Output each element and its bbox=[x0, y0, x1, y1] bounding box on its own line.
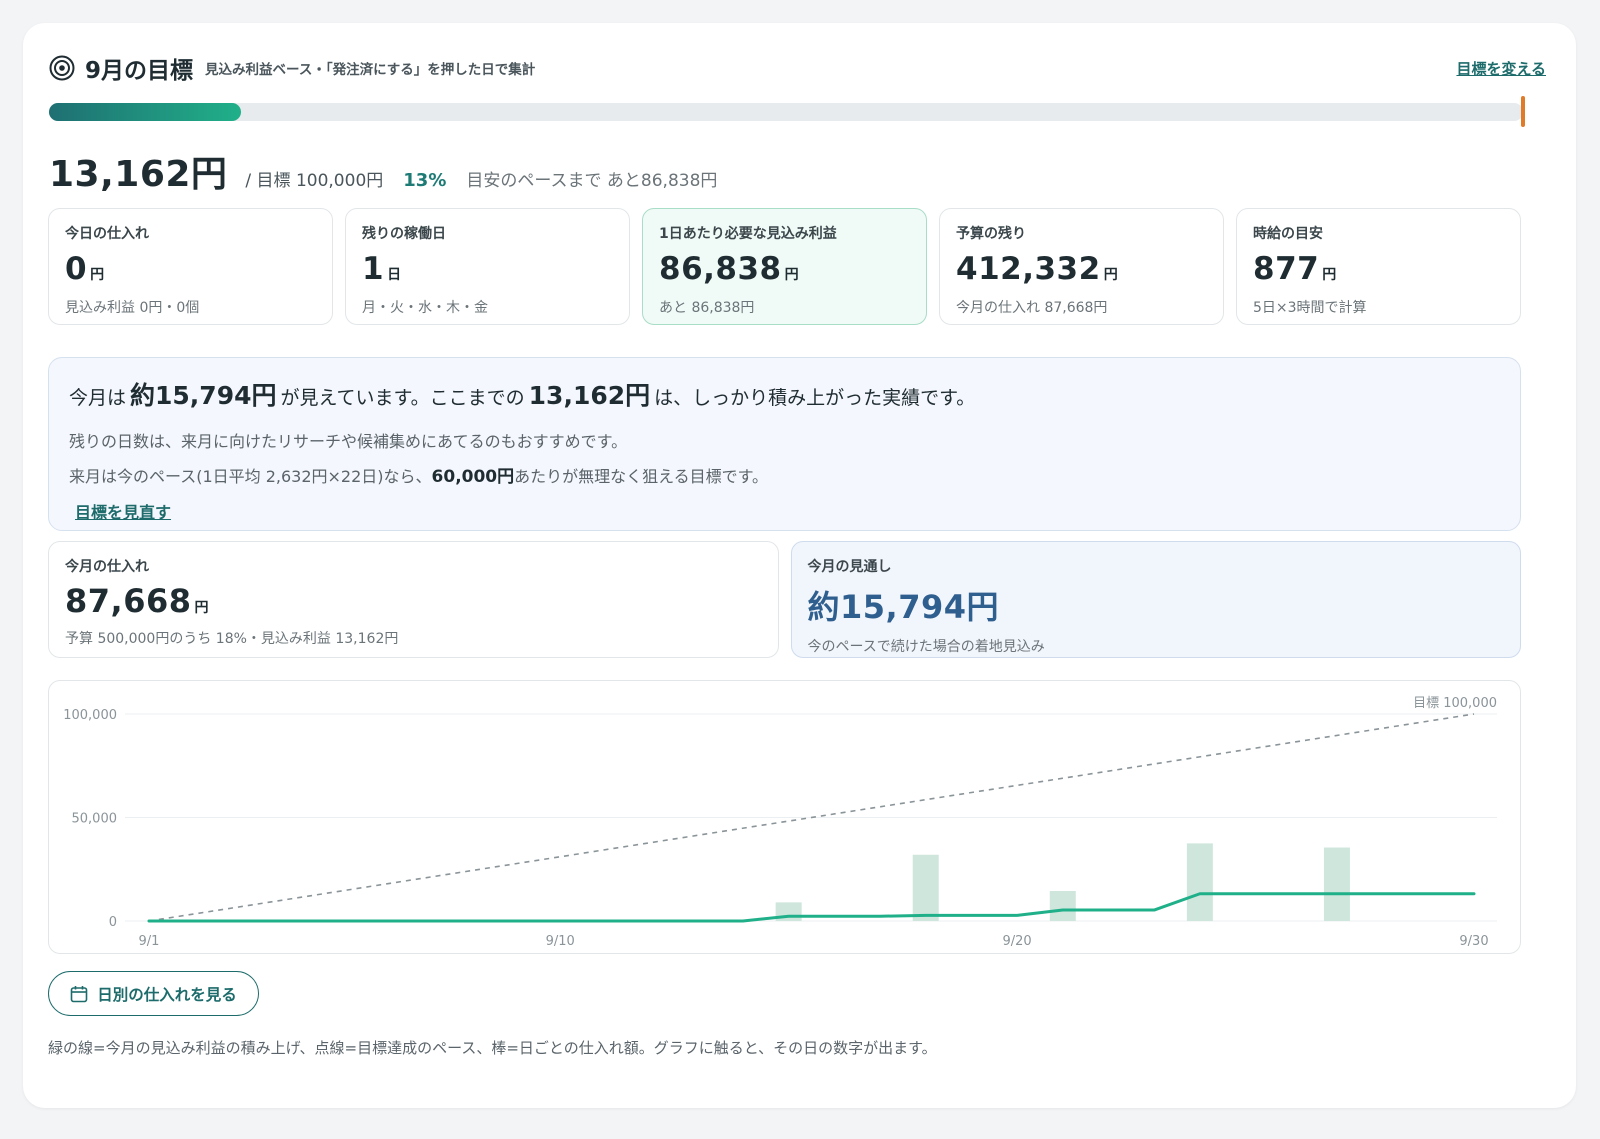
stat-value: 412,332 bbox=[956, 251, 1101, 287]
current-total: 13,162円 bbox=[49, 154, 228, 195]
insight-advice: 残りの日数は、来月に向けたリサーチや候補集めにあてるのもおすすめです。 bbox=[69, 432, 628, 451]
daily-purchase-bar bbox=[1049, 890, 1076, 921]
x-tick-label: 9/30 bbox=[1459, 934, 1488, 949]
stat-remaining-days: 残りの稼働日 1日 月・火・水・木・金 bbox=[345, 208, 630, 325]
pace-remaining: 目安のペースまで あと86,838円 bbox=[466, 171, 718, 191]
stat-budget-remaining: 予算の残り 412,332 円 今月の仕入れ 87,668円 bbox=[939, 208, 1224, 325]
monthly-forecast-card: 今月の見通し 約15,794円 今のペースで続けた場合の着地見込み bbox=[790, 541, 1521, 658]
stat-unit: 円 bbox=[784, 267, 799, 283]
daily-purchase-bar bbox=[1186, 843, 1213, 921]
stat-daily-required: 1日あたり必要な見込み利益 86,838 円 あと 86,838円 bbox=[642, 208, 927, 325]
stat-today-purchase: 今日の仕入れ 0円 見込み利益 0円・0個 bbox=[48, 208, 333, 325]
pace-marker bbox=[1521, 96, 1525, 127]
y-tick-label: 0 bbox=[109, 915, 117, 930]
stat-label: 時給の目安 bbox=[1253, 226, 1323, 242]
monthly-purchase-card: 今月の仕入れ 87,668 円 予算 500,000円のうち 18%・見込み利益 … bbox=[48, 541, 779, 658]
goal-line-label: 目標 100,000 bbox=[1413, 696, 1497, 711]
stat-sub: 今月の仕入れ 87,668円 bbox=[956, 300, 1108, 316]
stat-unit: 円 bbox=[90, 267, 105, 283]
target-icon bbox=[49, 55, 75, 81]
actual-amount-inline: 13,162円 bbox=[528, 381, 651, 410]
y-tick-label: 100,000 bbox=[63, 708, 117, 723]
stat-value: 86,838 bbox=[659, 251, 782, 287]
profit-chart[interactable]: 100,000 50,000 0 9/1 9/10 9/20 9/30 目標 100,000 bbox=[48, 680, 1521, 954]
insight-headline: 今月は 約15,794円 が見えています。ここまでの 13,162円 は、しっか… bbox=[69, 376, 1500, 412]
cumulative-profit-line bbox=[147, 892, 1476, 923]
chart-legend-note: 緑の線=今月の見込み利益の積み上げ、点線=目標達成のペース、棒=日ごとの仕入れ額… bbox=[48, 1039, 937, 1057]
stat-value: 0 bbox=[65, 251, 88, 287]
stat-hourly-wage: 時給の目安 877 円 5日×3時間で計算 bbox=[1236, 208, 1521, 325]
review-goal-link[interactable]: 目標を見直す bbox=[75, 499, 171, 523]
daily-purchase-bar bbox=[1323, 847, 1350, 921]
purchase-sub: 予算 500,000円のうち 18%・見込み利益 13,162円 bbox=[65, 631, 399, 647]
goal-header: 9月の目標 見込み利益ベース・「発注済にする」を押した日で集計 目標を変える bbox=[49, 53, 1546, 84]
monthly-cards: 今月の仕入れ 87,668 円 予算 500,000円のうち 18%・見込み利益 … bbox=[48, 541, 1521, 658]
next-month-target: 60,000円 bbox=[431, 467, 515, 487]
insight-message: 今月は 約15,794円 が見えています。ここまでの 13,162円 は、しっか… bbox=[48, 357, 1521, 531]
insight-text: あたりが無理なく狙える目標です。 bbox=[514, 467, 769, 486]
stat-label: 1日あたり必要な見込み利益 bbox=[659, 226, 837, 242]
profit-chart-svg[interactable]: 100,000 50,000 0 9/1 9/10 9/20 9/30 目標 100,000 bbox=[49, 681, 1522, 955]
goal-subtitle: 見込み利益ベース・「発注済にする」を押した日で集計 bbox=[205, 62, 536, 78]
insight-text: 今月は bbox=[69, 387, 127, 409]
goal-progress-bar bbox=[49, 103, 1523, 121]
x-tick-label: 9/10 bbox=[546, 934, 575, 949]
stat-unit: 円 bbox=[1322, 267, 1337, 283]
change-goal-link[interactable]: 目標を変える bbox=[1456, 58, 1546, 79]
purchase-unit: 円 bbox=[194, 600, 209, 616]
daily-purchase-bar bbox=[912, 854, 939, 921]
purchase-label: 今月の仕入れ bbox=[65, 559, 149, 575]
insight-text: が見えています。ここまでの bbox=[280, 387, 525, 409]
x-tick-label: 9/20 bbox=[1003, 934, 1032, 949]
forecast-label: 今月の見通し bbox=[807, 559, 892, 575]
forecast-amount-inline: 約15,794円 bbox=[130, 381, 277, 410]
daily-purchase-button[interactable]: 日別の仕入れを見る bbox=[48, 971, 259, 1016]
goal-amount: / 目標 100,000円 bbox=[245, 171, 384, 191]
stat-value: 877 bbox=[1253, 251, 1320, 287]
stat-sub: あと 86,838円 bbox=[659, 300, 755, 316]
stat-label: 予算の残り bbox=[956, 226, 1026, 242]
goal-summary: 13,162円 / 目標 100,000円 13% 目安のペースまで あと86,… bbox=[49, 145, 717, 197]
stat-sub: 5日×3時間で計算 bbox=[1253, 300, 1367, 316]
insight-next-month: 来月は今のペース(1日平均 2,632円×22日)なら、60,000円あたりが無… bbox=[69, 462, 1500, 487]
goal-percent: 13% bbox=[403, 170, 447, 191]
goal-progress-fill bbox=[49, 103, 241, 121]
purchase-value: 87,668 bbox=[65, 582, 192, 620]
stat-sub: 見込み利益 0円・0個 bbox=[65, 300, 200, 316]
calendar-icon bbox=[70, 985, 88, 1002]
stat-unit: 円 bbox=[1103, 267, 1118, 283]
goal-title: 9月の目標 bbox=[85, 58, 194, 84]
x-tick-label: 9/1 bbox=[139, 934, 160, 949]
forecast-value: 約15,794円 bbox=[807, 588, 999, 626]
stats-row: 今日の仕入れ 0円 見込み利益 0円・0個 残りの稼働日 1日 月・火・水・木・… bbox=[48, 208, 1521, 325]
goal-card: 9月の目標 見込み利益ベース・「発注済にする」を押した日で集計 目標を変える 1… bbox=[23, 23, 1576, 1108]
insight-text: 来月は今のペース(1日平均 2,632円×22日)なら、 bbox=[69, 467, 432, 486]
y-tick-label: 50,000 bbox=[72, 812, 118, 827]
stat-sub: 月・火・水・木・金 bbox=[362, 300, 488, 316]
daily-button-label: 日別の仕入れを見る bbox=[97, 985, 237, 1004]
insight-text: は、しっかり積み上がった実績です。 bbox=[654, 387, 976, 409]
stat-label: 残りの稼働日 bbox=[362, 226, 446, 242]
stat-value: 1 bbox=[362, 251, 385, 287]
stat-unit: 日 bbox=[387, 267, 402, 283]
forecast-sub: 今のペースで続けた場合の着地見込み bbox=[807, 639, 1045, 655]
stat-label: 今日の仕入れ bbox=[65, 226, 149, 242]
